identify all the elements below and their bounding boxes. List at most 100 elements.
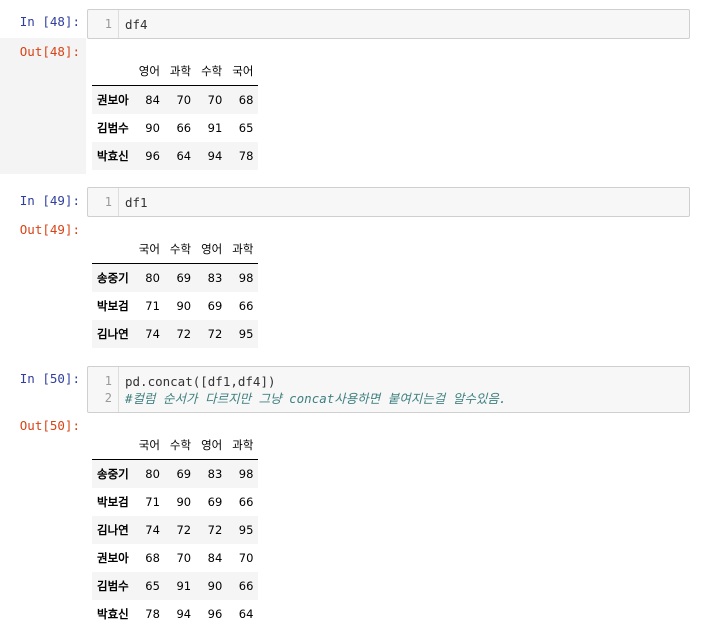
code-line[interactable]: 2 #컬럼 순서가 다르지만 그냥 concat사용하면 붙여지는걸 알수있음. [88,390,689,407]
table-cell: 71 [145,299,160,313]
table-cell: 68 [238,93,254,107]
column-header: 국어 [133,431,165,460]
table-cell: 95 [238,523,254,537]
table-cell: 69 [207,495,223,509]
column-header: 수학 [196,57,228,86]
row-index: 박효신 [97,607,129,621]
code-comment[interactable]: #컬럼 순서가 다르지만 그냥 concat사용하면 붙여지는걸 알수있음. [125,390,506,407]
code-input-area[interactable]: 1 df4 [87,9,690,39]
column-header: 국어 [227,57,259,86]
table-cell: 66 [238,579,254,593]
table-cell: 72 [207,327,223,341]
table-cell: 69 [176,271,192,285]
output-prompt: Out[48]: [19,44,80,59]
line-number: 1 [104,17,112,31]
table-cell: 78 [238,149,254,163]
column-header: 국어 [133,235,165,264]
table-cell: 72 [207,523,223,537]
line-number: 1 [104,374,112,388]
table-cell: 83 [207,271,223,285]
table-cell: 84 [207,551,223,565]
column-header: 과학 [227,235,259,264]
table-cell: 72 [176,523,192,537]
table-cell: 90 [176,495,192,509]
code-input-area[interactable]: 1 pd.concat([df1,df4]) 2 #컬럼 순서가 다르지만 그냥… [87,366,690,413]
table-cell: 70 [176,93,192,107]
row-index: 김범수 [97,579,129,593]
row-index: 박보검 [97,495,129,509]
output-prompt: Out[49]: [19,222,80,237]
table-cell: 69 [176,467,192,481]
table-cell: 71 [145,495,160,509]
table-cell: 96 [207,607,223,621]
table-row: 김나연 74 72 72 95 [92,320,259,348]
code-text[interactable]: df4 [125,16,148,33]
table-row: 권보아 68 70 84 70 [92,544,258,572]
table-row: 박보검 71 90 69 66 [92,488,258,516]
table-cell: 70 [207,93,223,107]
column-header: 수학 [164,431,197,460]
table-header-row: 국어 수학 영어 과학 [92,431,259,460]
table-cell: 74 [145,523,160,537]
code-line[interactable]: 1 pd.concat([df1,df4]) [88,373,689,390]
table-cell: 96 [145,149,160,163]
table-header-row: 영어 과학 수학 국어 [92,57,259,86]
table-cell: 98 [238,271,254,285]
input-prompt: In [48]: [19,14,80,29]
column-header: 영어 [196,235,228,264]
line-number: 2 [104,391,112,405]
code-input-area[interactable]: 1 df1 [87,187,690,217]
table-cell: 72 [176,327,192,341]
table-cell: 83 [207,467,223,481]
input-prompt: In [49]: [19,193,80,208]
row-index: 박보검 [97,299,129,313]
table-row: 송중기 80 69 83 98 [92,263,259,292]
column-header: 수학 [164,235,197,264]
table-cell: 70 [238,551,254,565]
table-cell: 68 [145,551,160,565]
row-index: 김나연 [97,523,129,537]
table-row: 권보아 84 70 70 68 [92,85,259,114]
row-index: 송중기 [97,271,129,285]
table-row: 김나연 74 72 72 95 [92,516,259,544]
table-cell: 74 [145,327,160,341]
table-row: 송중기 80 69 83 98 [92,459,259,488]
table-row: 김범수 90 66 91 65 [92,114,258,142]
table-cell: 80 [145,271,160,285]
input-prompt: In [50]: [19,371,80,386]
table-cell: 95 [238,327,254,341]
table-row: 박효신 96 64 94 78 [92,142,259,170]
code-line[interactable]: 1 df4 [88,16,689,33]
row-index: 송중기 [97,467,129,481]
column-header: 영어 [196,431,228,460]
table-cell: 84 [145,93,160,107]
table-cell: 90 [207,579,223,593]
table-cell: 80 [145,467,160,481]
table-cell: 66 [176,121,192,135]
row-index: 박효신 [97,149,129,163]
table-cell: 90 [176,299,192,313]
table-cell: 66 [238,495,254,509]
table-row: 김범수 65 91 90 66 [92,572,259,600]
table-row: 박보검 71 90 69 66 [92,292,258,320]
table-cell: 94 [176,607,192,621]
row-index: 김범수 [97,121,129,135]
row-index: 권보아 [97,551,129,565]
table-cell: 70 [176,551,192,565]
row-index: 김나연 [97,327,129,341]
code-line[interactable]: 1 df1 [88,194,689,211]
table-cell: 91 [176,579,192,593]
table-header-row: 국어 수학 영어 과학 [92,235,259,264]
dataframe-table: 국어 수학 영어 과학 송중기 80 69 83 98 박보검 71 90 69… [92,431,259,628]
table-row: 박효신 78 94 96 64 [92,600,258,628]
code-text[interactable]: pd.concat([df1,df4]) [125,373,276,390]
table-cell: 98 [238,467,254,481]
table-cell: 65 [238,121,254,135]
output-prompt: Out[50]: [19,418,80,433]
table-cell: 64 [176,149,192,163]
column-header: 과학 [164,57,197,86]
code-text[interactable]: df1 [125,194,148,211]
table-cell: 66 [238,299,254,313]
table-cell: 69 [207,299,223,313]
dataframe-table: 국어 수학 영어 과학 송중기 80 69 83 98 박보검 71 90 69… [92,235,259,348]
